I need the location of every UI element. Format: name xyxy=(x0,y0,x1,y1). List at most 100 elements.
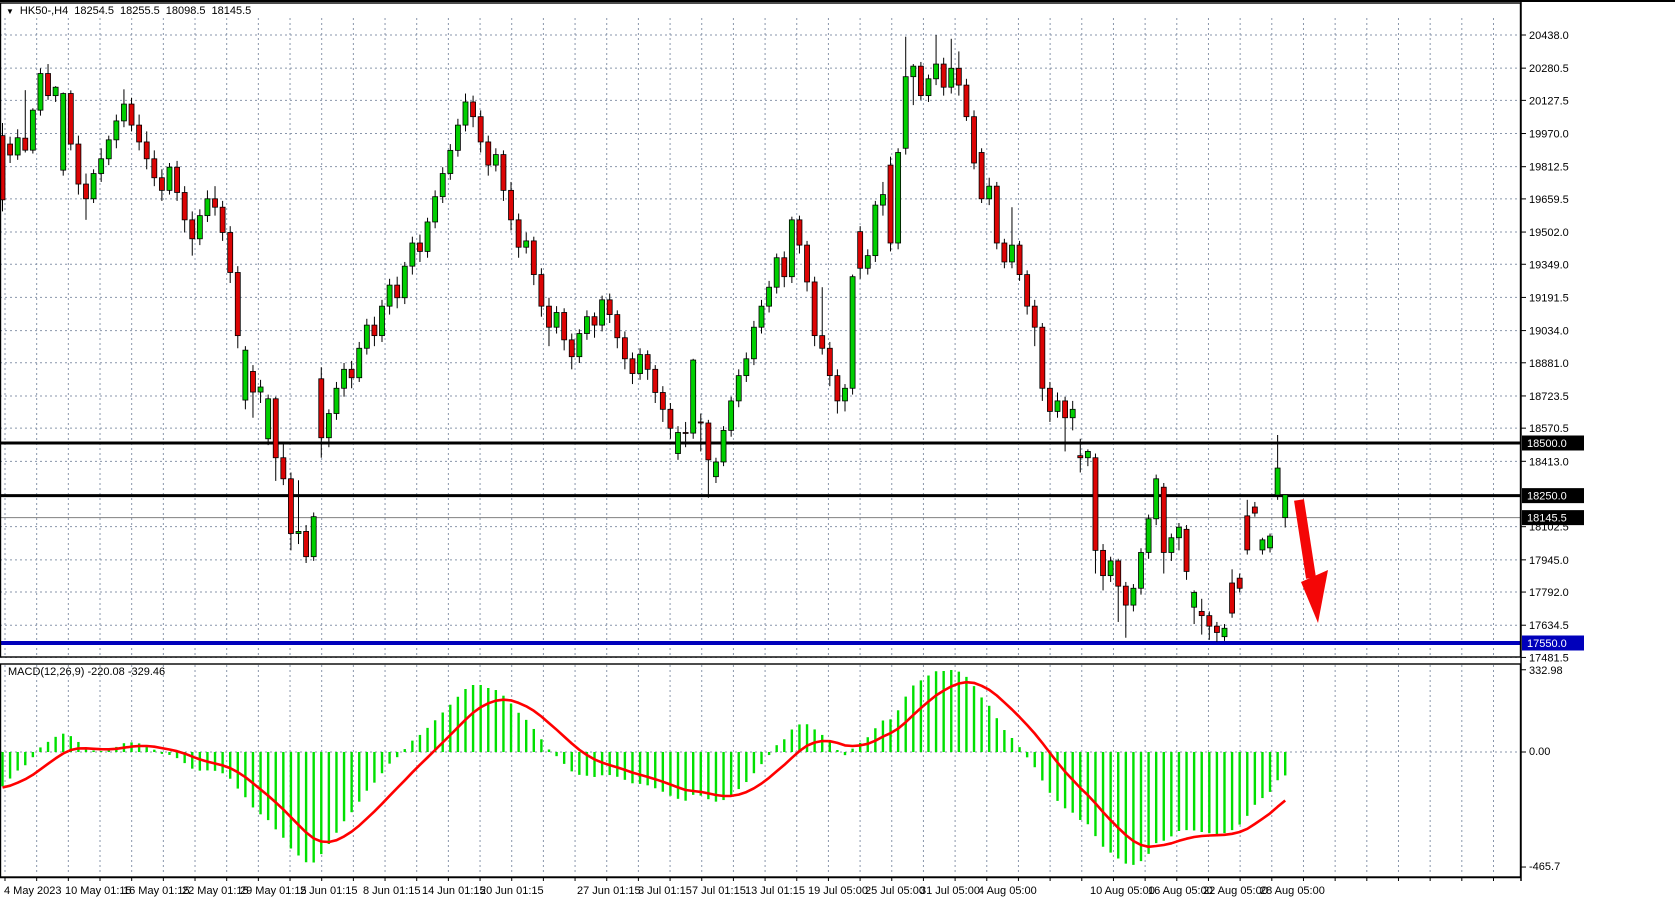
bear-candle xyxy=(1237,578,1242,588)
bull-candle xyxy=(342,369,347,388)
bull-candle xyxy=(410,243,415,266)
bull-candle xyxy=(455,125,460,150)
ohlc-low: 18098.5 xyxy=(166,5,206,17)
bull-candle xyxy=(99,159,104,174)
time-axis-label: 2 Jun 01:15 xyxy=(300,885,358,897)
time-axis-label: 27 Jun 01:15 xyxy=(577,885,641,897)
bull-candle xyxy=(197,216,202,239)
symbol-info-bar: ▼ HK50-,H4 18254.5 18255.5 18098.5 18145… xyxy=(6,4,251,18)
bull-candle xyxy=(926,79,931,96)
bear-candle xyxy=(1214,626,1219,632)
bear-candle xyxy=(137,125,142,142)
time-axis-label: 8 Jun 01:15 xyxy=(363,885,421,897)
level-price-badge-label: 18145.5 xyxy=(1527,513,1567,525)
bear-candle xyxy=(1047,388,1052,411)
macd-axis-label: 0.00 xyxy=(1529,746,1550,758)
bull-candle xyxy=(53,87,58,95)
time-axis-label: 29 May 01:15 xyxy=(240,885,307,897)
bear-candle xyxy=(622,338,627,359)
time-axis-label: 31 Jul 05:00 xyxy=(920,885,980,897)
price-tick-label: 19349.0 xyxy=(1529,259,1569,271)
bear-candle xyxy=(1252,507,1257,513)
bear-candle xyxy=(152,159,157,178)
bear-candle xyxy=(478,117,483,142)
bull-candle xyxy=(1283,495,1288,518)
bear-candle xyxy=(190,220,195,239)
bull-candle xyxy=(205,199,210,216)
chart-canvas[interactable]: 20438.020280.520127.519970.019812.519659… xyxy=(0,0,1675,900)
ohlc-close: 18145.5 xyxy=(212,5,252,17)
bull-candle xyxy=(1176,527,1181,538)
time-axis-label: 20 Jun 01:15 xyxy=(480,885,544,897)
bear-candle xyxy=(1116,561,1121,586)
time-axis-label: 22 Aug 05:00 xyxy=(1203,885,1268,897)
bull-candle xyxy=(258,387,263,392)
bear-candle xyxy=(304,531,309,556)
bear-candle xyxy=(1078,456,1083,458)
bull-candle xyxy=(1131,588,1136,605)
bull-candle xyxy=(903,77,908,149)
price-tick-label: 20127.5 xyxy=(1529,95,1569,107)
price-tick-label: 19812.5 xyxy=(1529,162,1569,174)
bull-candle xyxy=(949,68,954,87)
bull-candle xyxy=(463,102,468,125)
bull-candle xyxy=(1154,479,1159,519)
macd-axis-label: 332.98 xyxy=(1529,665,1563,677)
bull-candle xyxy=(311,517,316,557)
bull-candle xyxy=(774,258,779,287)
bull-candle xyxy=(1268,536,1273,548)
bear-candle xyxy=(319,379,324,438)
time-axis-label: 4 May 2023 xyxy=(4,885,61,897)
bull-candle xyxy=(433,197,438,222)
bull-candle xyxy=(713,462,718,477)
time-axis-label: 28 Aug 05:00 xyxy=(1260,885,1325,897)
time-axis-label: 10 May 01:15 xyxy=(65,885,132,897)
time-axis-label: 4 Aug 05:00 xyxy=(978,885,1037,897)
bear-candle xyxy=(76,144,81,184)
bull-candle xyxy=(638,355,643,374)
price-tick-label: 17481.5 xyxy=(1529,652,1569,664)
time-axis-label: 7 Jul 01:15 xyxy=(692,885,746,897)
bear-candle xyxy=(288,479,293,534)
bear-candle xyxy=(273,399,278,458)
price-tick-label: 19659.5 xyxy=(1529,194,1569,206)
macd-axis-label: -465.7 xyxy=(1529,861,1560,873)
symbol-dropdown-icon[interactable]: ▼ xyxy=(6,7,14,16)
bull-candle xyxy=(1139,552,1144,588)
bull-candle xyxy=(364,325,369,348)
bear-candle xyxy=(1230,583,1235,613)
bear-candle xyxy=(516,220,521,247)
bear-candle xyxy=(835,376,840,401)
level-price-badge-label: 18250.0 xyxy=(1527,491,1567,503)
bear-candle xyxy=(83,184,88,199)
bull-candle xyxy=(380,306,385,335)
bear-candle xyxy=(888,165,893,243)
bull-candle xyxy=(554,312,559,327)
bear-candle xyxy=(281,458,286,479)
bull-candle xyxy=(934,64,939,79)
bear-candle xyxy=(129,104,134,125)
bear-candle xyxy=(250,371,255,392)
price-tick-label: 20280.5 xyxy=(1529,63,1569,75)
bull-candle xyxy=(1275,468,1280,495)
bull-candle xyxy=(744,359,749,376)
bear-candle xyxy=(1025,275,1030,307)
price-tick-label: 18413.0 xyxy=(1529,456,1569,468)
bull-candle xyxy=(729,401,734,430)
bear-candle xyxy=(1199,611,1204,615)
bear-candle xyxy=(1207,616,1212,627)
bear-candle xyxy=(1017,245,1022,274)
price-tick-label: 17634.5 xyxy=(1529,620,1569,632)
price-tick-label: 18723.5 xyxy=(1529,391,1569,403)
time-axis-label: 3 Jul 01:15 xyxy=(638,885,692,897)
bear-candle xyxy=(653,369,658,392)
bear-candle xyxy=(546,306,551,327)
bull-candle xyxy=(448,150,453,173)
bull-candle xyxy=(691,360,696,433)
bull-candle xyxy=(676,432,681,453)
bull-candle xyxy=(326,414,331,438)
bear-candle xyxy=(683,432,688,433)
price-tick-label: 19502.0 xyxy=(1529,227,1569,239)
bull-candle xyxy=(30,110,35,150)
bear-candle xyxy=(144,142,149,159)
